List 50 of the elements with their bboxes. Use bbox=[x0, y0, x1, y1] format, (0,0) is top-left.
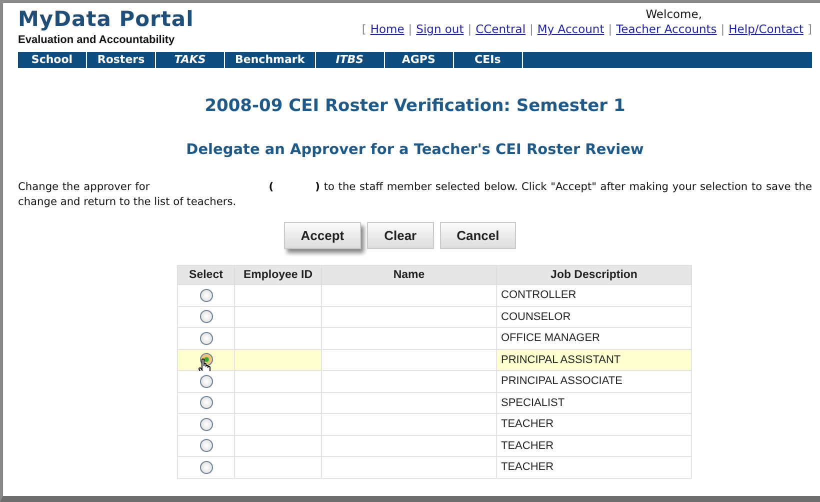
action-button[interactable]: Cancel bbox=[440, 222, 516, 249]
link-separator: | bbox=[720, 22, 725, 36]
header-link[interactable]: Sign out bbox=[416, 22, 464, 36]
table-cell: PRINCIPAL ASSOCIATE bbox=[501, 375, 622, 388]
table-cell: PRINCIPAL ASSISTANT bbox=[501, 354, 621, 366]
radio-button[interactable] bbox=[200, 396, 212, 410]
nav-tab[interactable]: School bbox=[18, 52, 87, 68]
radio-button[interactable] bbox=[200, 460, 212, 474]
page-title: 2008-09 CEI Roster Verification: Semester 1 bbox=[204, 96, 626, 116]
link-separator: | bbox=[608, 22, 612, 36]
bracket: [ bbox=[362, 22, 366, 36]
table-cell: OFFICE MANAGER bbox=[501, 332, 600, 344]
column-header: Select bbox=[178, 266, 234, 284]
bracket: ] bbox=[808, 22, 812, 36]
link-separator: | bbox=[408, 22, 412, 36]
nav-tab[interactable]: Rosters bbox=[87, 52, 156, 68]
header-link[interactable]: CCentral bbox=[476, 22, 526, 36]
table-cell: TEACHER bbox=[501, 440, 554, 452]
header-link[interactable]: Teacher Accounts bbox=[616, 22, 717, 36]
nav-tab[interactable]: CEIs bbox=[454, 52, 523, 68]
table-cell: TEACHER bbox=[501, 461, 554, 474]
link-separator: | bbox=[530, 22, 534, 36]
column-header: Employee ID bbox=[234, 266, 322, 284]
radio-button[interactable] bbox=[200, 374, 212, 388]
column-header: Job Description bbox=[496, 266, 692, 284]
portal-subtitle: Evaluation and Accountability bbox=[18, 34, 176, 46]
column-header: Name bbox=[322, 266, 496, 284]
radio-button[interactable] bbox=[200, 310, 212, 324]
nav-tab[interactable]: ITBS bbox=[316, 52, 385, 68]
header-link[interactable]: Help/Contact bbox=[728, 22, 804, 36]
welcome-text: Welcome, bbox=[646, 7, 702, 21]
action-button[interactable]: Accept bbox=[284, 222, 362, 249]
portal-logo: MyData Portal bbox=[18, 7, 194, 31]
radio-button[interactable] bbox=[200, 288, 212, 302]
nav-tab[interactable]: TAKS bbox=[156, 52, 225, 68]
radio-button[interactable] bbox=[200, 439, 212, 452]
table-cell: COUNSELOR bbox=[501, 310, 571, 323]
header-link[interactable]: My Account bbox=[537, 22, 604, 36]
instructions-text: Change the approver for ( ) to the staff member selected below. Click "Accept" after making your selection to save the change and return to the list of teachers. bbox=[18, 180, 812, 210]
radio-button[interactable] bbox=[200, 332, 212, 345]
header-link[interactable]: Home bbox=[370, 22, 404, 36]
nav-tab[interactable]: AGPS bbox=[384, 52, 454, 68]
table-cell: SPECIALIST bbox=[501, 396, 565, 409]
link-separator: | bbox=[468, 22, 472, 36]
nav-tab[interactable]: Benchmark bbox=[225, 52, 316, 68]
radio-button[interactable] bbox=[200, 418, 212, 431]
table-cell: CONTROLLER bbox=[501, 289, 576, 302]
page-subtitle: Delegate an Approver for a Teacher's CEI Roster Review bbox=[185, 142, 645, 158]
table-cell: TEACHER bbox=[501, 418, 554, 430]
action-button[interactable]: Clear bbox=[367, 222, 434, 249]
